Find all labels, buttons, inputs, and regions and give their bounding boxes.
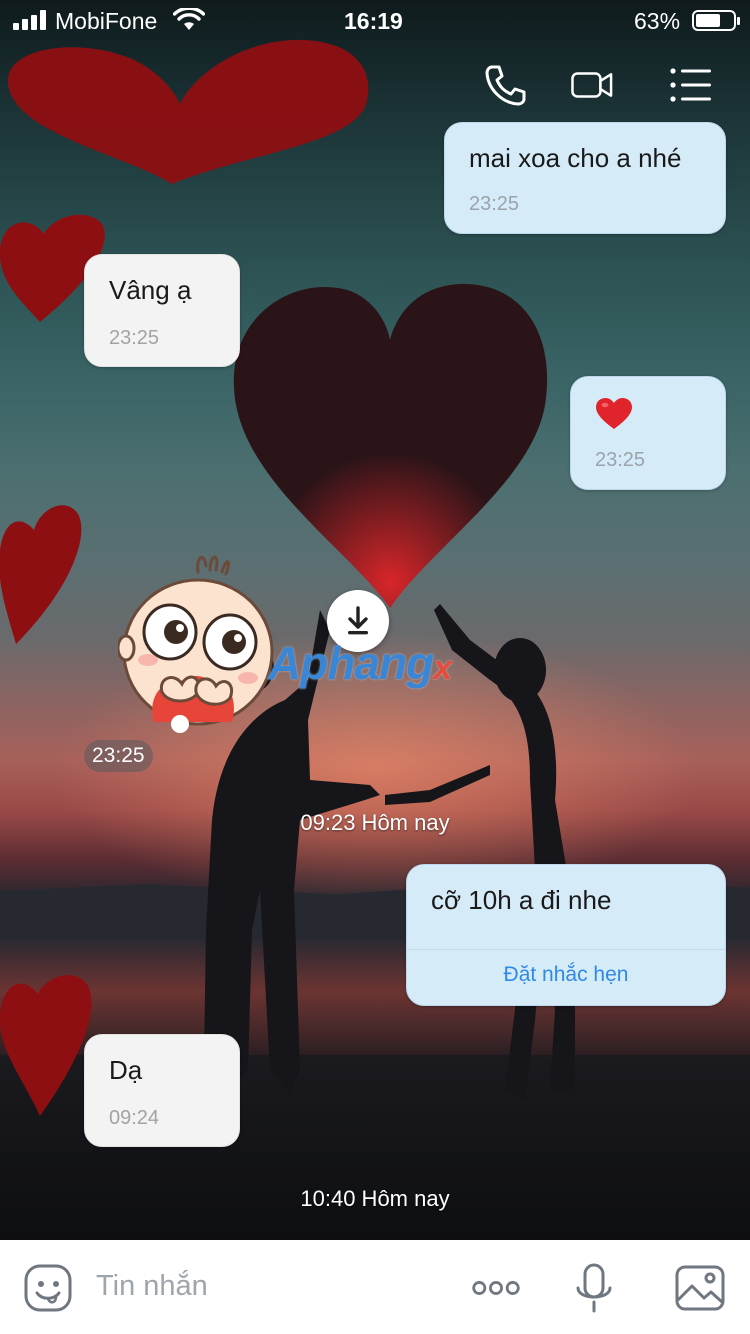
outgoing-message[interactable]: mai xoa cho a nhé 23:25: [444, 122, 726, 234]
message-input[interactable]: Tin nhắn: [96, 1270, 208, 1303]
incoming-message[interactable]: Vâng ạ 23:25: [84, 254, 240, 367]
date-separator: 10:40 Hôm nay: [300, 1186, 450, 1211]
outgoing-emoji-message[interactable]: 23:25: [570, 376, 726, 490]
outgoing-message[interactable]: cỡ 10h a đi nhe Đặt nhắc hẹn: [406, 864, 726, 1006]
set-reminder-link[interactable]: Đặt nhắc hẹn: [407, 963, 725, 987]
sticker-time: 23:25: [84, 740, 153, 772]
message-time: 23:25: [109, 327, 160, 349]
menu-list-icon[interactable]: [668, 62, 714, 108]
more-options-icon[interactable]: [470, 1262, 522, 1314]
wifi-icon: [173, 8, 205, 30]
message-text: cỡ 10h a đi nhe: [431, 885, 612, 915]
microphone-icon[interactable]: [568, 1262, 620, 1314]
message-time: 09:24: [109, 1107, 160, 1129]
image-gallery-icon[interactable]: [674, 1262, 726, 1314]
battery-percentage: 63%: [634, 8, 681, 34]
carrier-name: MobiFone: [55, 8, 158, 34]
message-time: 23:25: [595, 449, 646, 471]
drawn-heart-large: [7, 39, 369, 185]
baby-sticker[interactable]: [118, 552, 278, 734]
video-call-icon[interactable]: [570, 62, 616, 108]
message-time: 23:25: [469, 193, 520, 215]
red-heart-emoji-icon: [596, 398, 632, 429]
cellular-signal-icon: [13, 10, 49, 30]
drawn-heart-left-3: [0, 975, 92, 1116]
emoji-sticker-icon[interactable]: [22, 1262, 74, 1314]
status-bar: MobiFone 16:19 63%: [0, 0, 750, 40]
status-clock: 16:19: [344, 8, 403, 34]
incoming-message[interactable]: Dạ 09:24: [84, 1034, 240, 1147]
date-separator: 09:23 Hôm nay: [300, 810, 450, 835]
phone-call-icon[interactable]: [482, 62, 528, 108]
message-text: Vâng ạ: [109, 275, 192, 305]
message-text: mai xoa cho a nhé: [469, 143, 682, 173]
message-text: Dạ: [109, 1055, 143, 1085]
message-composer: Tin nhắn: [0, 1240, 750, 1334]
watermark-logo: Aphangx: [268, 637, 452, 689]
bubble-divider: [407, 949, 725, 950]
drawn-heart-left-2: [0, 505, 82, 644]
battery-icon: [692, 10, 740, 31]
